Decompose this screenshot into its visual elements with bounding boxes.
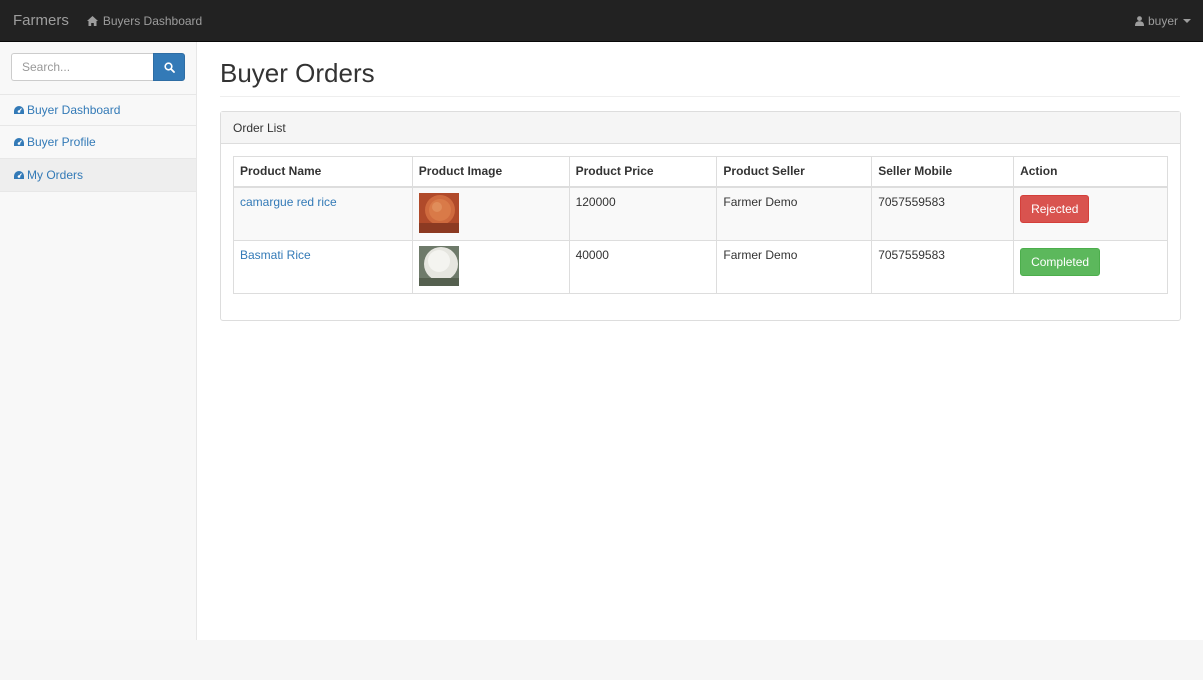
product-price-cell: 120000 bbox=[568, 186, 718, 241]
user-menu-dropdown[interactable]: buyer bbox=[1134, 0, 1191, 42]
sidebar-search bbox=[11, 53, 185, 81]
product-image-cell bbox=[411, 239, 570, 294]
chevron-down-icon bbox=[1183, 19, 1191, 23]
completed-button[interactable]: Completed bbox=[1020, 247, 1101, 276]
buyers-dashboard-link[interactable]: Buyers Dashboard bbox=[86, 13, 203, 28]
column-header: Product Seller bbox=[716, 156, 873, 188]
column-header: Product Price bbox=[568, 156, 718, 188]
search-input[interactable] bbox=[11, 53, 153, 81]
product-name-cell: Basmati Rice bbox=[233, 239, 413, 294]
top-navbar: Farmers Buyers Dashboard buyer bbox=[0, 0, 1203, 42]
column-header: Seller Mobile bbox=[871, 156, 1015, 188]
sidebar-item-label: Buyer Profile bbox=[27, 135, 96, 149]
sidebar-item-my-orders[interactable]: My Orders bbox=[0, 159, 196, 192]
brand-link[interactable]: Farmers bbox=[0, 0, 81, 42]
seller-mobile-cell: 7057559583 bbox=[871, 186, 1015, 241]
column-header: Action bbox=[1013, 156, 1168, 188]
order-list-panel: Order List Product Name Product Image Pr… bbox=[220, 111, 1181, 321]
search-icon bbox=[163, 61, 175, 73]
buyers-dashboard-label: Buyers Dashboard bbox=[102, 13, 203, 28]
dashboard-icon bbox=[13, 105, 25, 115]
red-rice-image bbox=[418, 192, 459, 233]
product-link[interactable]: Basmati Rice bbox=[240, 248, 311, 262]
dashboard-icon bbox=[13, 137, 25, 147]
column-header: Product Name bbox=[233, 156, 413, 188]
orders-table-wrap: Product Name Product Image Product Price… bbox=[233, 156, 1168, 294]
sidebar-item-buyer-profile[interactable]: Buyer Profile bbox=[0, 126, 196, 159]
action-cell: Rejected bbox=[1013, 186, 1168, 241]
panel-heading: Order List bbox=[221, 112, 1180, 144]
sidebar-menu: Buyer Dashboard Buyer Profile My Orders bbox=[0, 94, 196, 192]
main-content: Buyer Orders Order List Product Name Pro… bbox=[197, 42, 1203, 640]
product-name-cell: camargue red rice bbox=[233, 186, 413, 241]
sidebar-item-label: My Orders bbox=[27, 168, 84, 182]
sidebar: Buyer Dashboard Buyer Profile My Orders bbox=[0, 42, 197, 640]
sidebar-item-buyer-dashboard[interactable]: Buyer Dashboard bbox=[0, 94, 196, 126]
orders-table: Product Name Product Image Product Price… bbox=[233, 156, 1168, 294]
home-icon bbox=[86, 15, 98, 26]
sidebar-item-label: Buyer Dashboard bbox=[27, 103, 121, 117]
footer-band bbox=[0, 640, 1203, 680]
page-title: Buyer Orders bbox=[220, 58, 375, 88]
page-header: Buyer Orders bbox=[220, 58, 1180, 97]
product-price-cell: 40000 bbox=[568, 239, 718, 294]
dashboard-icon bbox=[13, 170, 25, 180]
product-seller-cell: Farmer Demo bbox=[716, 239, 873, 294]
product-seller-cell: Farmer Demo bbox=[716, 186, 873, 241]
product-link[interactable]: camargue red rice bbox=[240, 195, 337, 209]
table-row: camargue red rice 120000 Farmer Demo 705… bbox=[233, 186, 1168, 241]
table-header-row: Product Name Product Image Product Price… bbox=[233, 156, 1168, 188]
basmati-rice-image bbox=[418, 245, 459, 286]
user-name: buyer bbox=[1147, 14, 1178, 28]
product-image-cell bbox=[411, 186, 570, 241]
user-icon bbox=[1134, 16, 1144, 26]
rejected-button[interactable]: Rejected bbox=[1020, 194, 1090, 223]
seller-mobile-cell: 7057559583 bbox=[871, 239, 1015, 294]
column-header: Product Image bbox=[411, 156, 570, 188]
search-button[interactable] bbox=[153, 53, 185, 81]
table-row: Basmati Rice 40000 Farmer Demo 705755958 bbox=[233, 239, 1168, 294]
action-cell: Completed bbox=[1013, 239, 1168, 294]
